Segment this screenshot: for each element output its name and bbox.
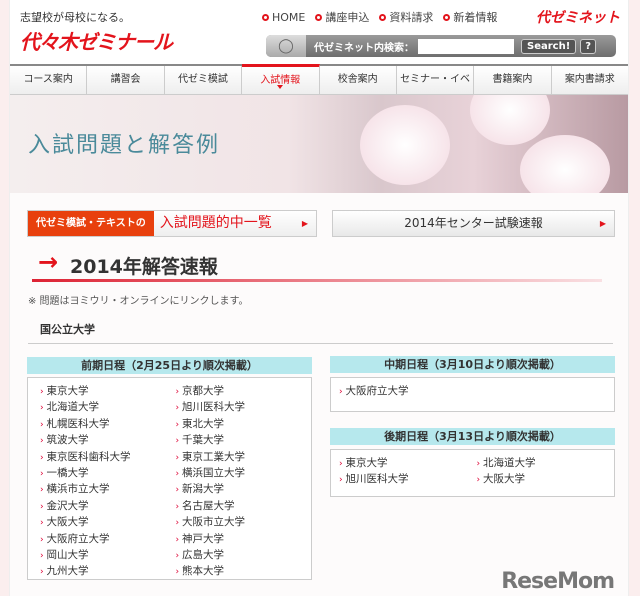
bullet-icon [443, 13, 451, 21]
nav-books[interactable]: 書籍案内 [474, 66, 552, 94]
search-input[interactable] [418, 38, 514, 54]
koki-header: 後期日程（3月13日より順次掲載） [330, 428, 615, 445]
university-link[interactable]: 東京工業大学 [176, 450, 312, 466]
link-home[interactable]: HOME [262, 9, 305, 25]
zenki-box: 東京大学京都大学北海道大学旭川医科大学札幌医科大学東北大学筑波大学千葉大学東京医… [27, 377, 312, 580]
link-course-apply[interactable]: 講座申込 [315, 9, 369, 25]
search-bar: ◯ 代ゼミネット内検索： Search! ? [266, 35, 616, 57]
university-link[interactable]: 横浜市立大学 [40, 482, 176, 498]
university-link[interactable]: 熊本大学 [176, 564, 312, 580]
header: 志望校が母校になる。 代々木ゼミナール HOME 講座申込 資料請求 新着情報 … [10, 0, 628, 64]
university-link[interactable]: 大阪府立大学 [40, 532, 176, 548]
nav-exam-info[interactable]: 入試情報 [242, 64, 320, 94]
university-link[interactable]: 岡山大学 [40, 548, 176, 564]
university-link[interactable]: 東京大学 [339, 456, 477, 472]
help-button[interactable]: ? [580, 38, 597, 54]
university-link[interactable]: 一橋大学 [40, 466, 176, 482]
university-link[interactable]: 大阪大学 [477, 472, 615, 488]
university-link[interactable]: 広島大学 [176, 548, 312, 564]
logo[interactable]: 代々木ゼミナール [20, 26, 173, 55]
university-link[interactable]: 東北大学 [176, 417, 312, 433]
bullet-icon [262, 13, 269, 21]
note: ※ 問題はヨミウリ・オンラインにリンクします。 [28, 296, 249, 307]
bullet-icon [315, 13, 323, 21]
brand-logo[interactable]: 代ゼミネット [536, 7, 620, 27]
university-link[interactable]: 東京大学 [40, 384, 176, 400]
koki-list: 東京大学北海道大学旭川医科大学大阪大学 [339, 456, 614, 489]
subtitle: 国公立大学 [40, 323, 95, 336]
university-link[interactable]: 旭川医科大学 [176, 400, 312, 416]
hit-tag: 代ゼミ模試・テキストの [28, 211, 154, 236]
university-link[interactable]: 大阪市立大学 [176, 515, 312, 531]
chuki-header: 中期日程（3月10日より順次掲載） [330, 356, 615, 373]
university-link[interactable]: 筑波大学 [40, 433, 176, 449]
center-exam-button[interactable]: 2014年センター試験速報 ▶ [332, 210, 615, 237]
nav-course[interactable]: コース案内 [10, 66, 88, 94]
search-button[interactable]: Search! [521, 38, 577, 54]
divider [28, 343, 613, 344]
koki-box: 東京大学北海道大学旭川医科大学大阪大学 [330, 449, 615, 497]
chuki-box: 大阪府立大学 [330, 377, 615, 412]
nav-lectures[interactable]: 講習会 [87, 66, 165, 94]
university-link[interactable]: 新潟大学 [176, 482, 312, 498]
triangle-right-icon: ▶ [301, 219, 308, 228]
section-heading: → 2014年解答速報 [32, 248, 602, 282]
link-news[interactable]: 新着情報 [443, 9, 497, 25]
university-link[interactable]: 九州大学 [40, 564, 176, 580]
search-label: 代ゼミネット内検索： [314, 42, 414, 54]
tagline: 志望校が母校になる。 [20, 11, 130, 24]
triangle-right-icon: ▶ [599, 219, 606, 228]
zenki-list: 東京大学京都大学北海道大学旭川医科大学札幌医科大学東北大学筑波大学千葉大学東京医… [40, 384, 311, 581]
university-link[interactable]: 神戸大学 [176, 532, 312, 548]
banner: 入試問題と解答例 [10, 95, 628, 193]
page: 志望校が母校になる。 代々木ゼミナール HOME 講座申込 資料請求 新着情報 … [9, 0, 629, 596]
university-link[interactable]: 大阪府立大学 [339, 384, 477, 400]
nav-request[interactable]: 案内書請求 [552, 66, 628, 94]
university-link[interactable]: 横浜国立大学 [176, 466, 312, 482]
blossom-image [470, 95, 550, 145]
university-link[interactable]: 北海道大学 [477, 456, 615, 472]
university-link[interactable]: 名古屋大学 [176, 499, 312, 515]
zenki-header: 前期日程（2月25日より順次掲載） [27, 357, 312, 374]
nav-campus[interactable]: 校舎案内 [320, 66, 397, 94]
university-link[interactable]: 大阪大学 [40, 515, 176, 531]
university-link[interactable]: 札幌医科大学 [40, 417, 176, 433]
university-link[interactable]: 旭川医科大学 [339, 472, 477, 488]
nav-mock-exam[interactable]: 代ゼミ模試 [165, 66, 243, 94]
center-exam-label: 2014年センター試験速報 [404, 216, 543, 230]
university-link[interactable]: 千葉大学 [176, 433, 312, 449]
bullet-icon [379, 13, 387, 21]
blossom-image [520, 135, 610, 193]
watermark: ReseMom [501, 569, 615, 594]
banner-title: 入試問題と解答例 [28, 133, 221, 158]
main-nav: コース案内 講習会 代ゼミ模試 入試情報 校舎案内 セミナー・イベント 書籍案内… [10, 64, 628, 113]
university-link[interactable]: 京都大学 [176, 384, 312, 400]
chuki-list: 大阪府立大学 [339, 384, 614, 400]
hit-list-button[interactable]: 代ゼミ模試・テキストの 入試問題的中一覧 ▶ [27, 210, 317, 237]
section-title: 2014年解答速報 [70, 256, 218, 278]
arrow-right-icon: → [38, 248, 59, 276]
university-link[interactable]: 東京医科歯科大学 [40, 450, 176, 466]
university-link[interactable]: 金沢大学 [40, 499, 176, 515]
blossom-image [360, 105, 450, 185]
hit-label: 入試問題的中一覧 [159, 215, 272, 231]
nav-seminar[interactable]: セミナー・イベント [397, 66, 475, 113]
search-icon: ◯ [266, 35, 306, 57]
link-brochure[interactable]: 資料請求 [379, 9, 433, 25]
top-links: HOME 講座申込 資料請求 新着情報 [262, 9, 497, 25]
university-link[interactable]: 北海道大学 [40, 400, 176, 416]
